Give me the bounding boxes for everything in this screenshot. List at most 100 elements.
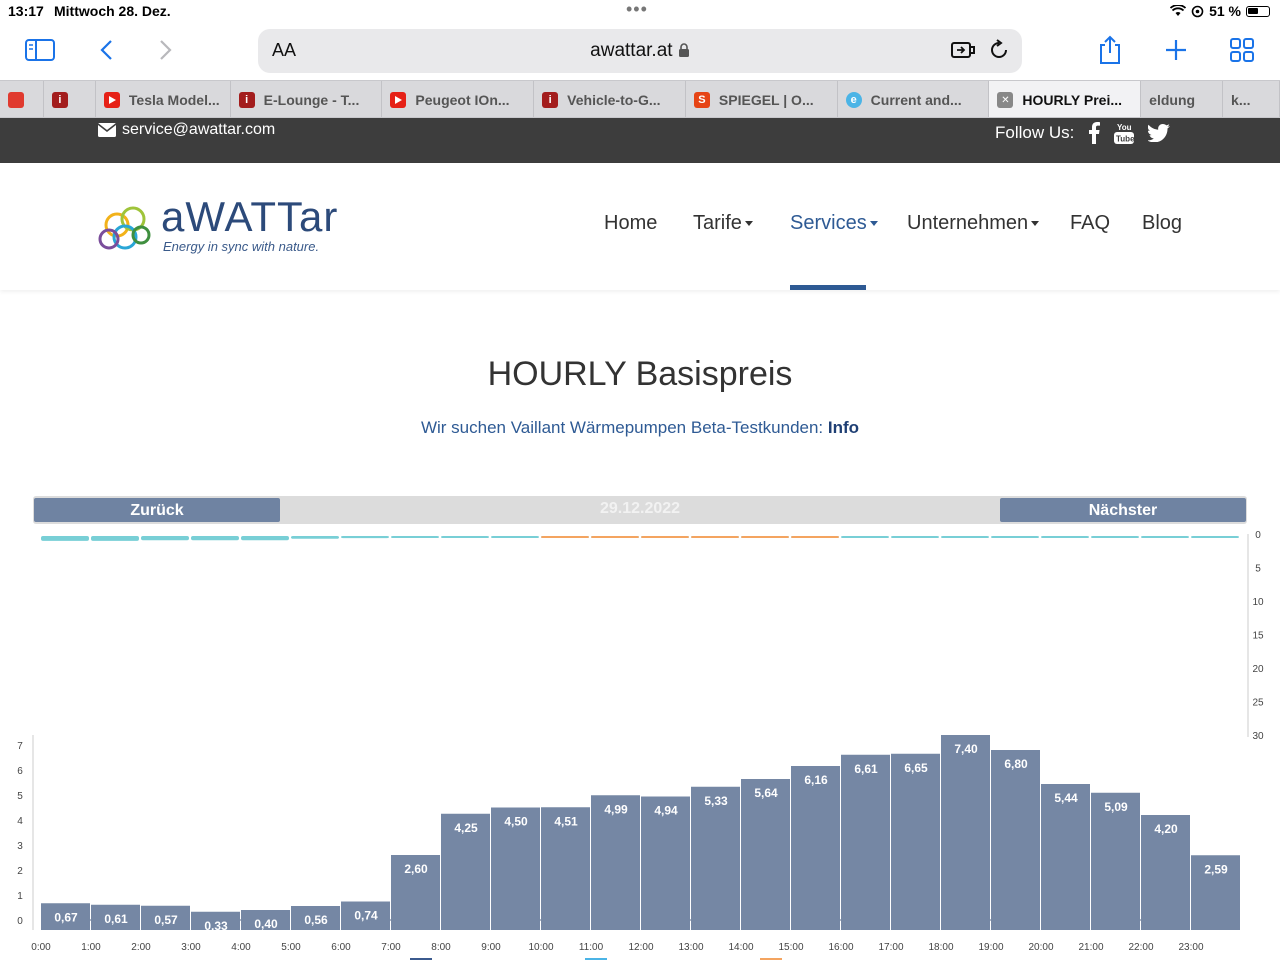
nav-item-home[interactable]: Home xyxy=(604,212,657,235)
nav-item-services[interactable]: Services xyxy=(790,212,878,235)
secondary-series-bar xyxy=(591,536,639,538)
y-tick-label: 3 xyxy=(17,841,23,852)
address-bar[interactable]: AA awattar.at xyxy=(258,29,1022,73)
multitasking-dots-icon[interactable]: ••• xyxy=(626,0,648,18)
secondary-series-bar xyxy=(991,536,1039,538)
secondary-series-bar xyxy=(641,536,689,538)
bar-value-label: 0,57 xyxy=(154,913,178,927)
x-tick-label: 13:00 xyxy=(678,942,703,953)
browser-tab[interactable]: i Vehicle-to-G... xyxy=(534,81,686,117)
browser-tab-label: Current and... xyxy=(870,92,962,108)
browser-tab[interactable]: ✕ HOURLY Prei... xyxy=(989,81,1142,117)
browser-tab[interactable]: S SPIEGEL | O... xyxy=(686,81,838,117)
red-square-icon xyxy=(8,92,24,108)
secondary-series-bar xyxy=(941,536,989,538)
info-icon: i xyxy=(238,92,255,108)
facebook-icon[interactable] xyxy=(1088,122,1101,144)
x-tick-label: 15:00 xyxy=(778,942,803,953)
bar-value-label: 6,80 xyxy=(1004,757,1028,771)
rings-logo-icon xyxy=(98,206,151,250)
new-tab-icon[interactable] xyxy=(1158,34,1194,66)
twitter-icon[interactable] xyxy=(1148,124,1171,142)
x-tick-label: 22:00 xyxy=(1128,942,1153,953)
tab-overview-icon[interactable] xyxy=(1224,34,1260,66)
bar-value-label: 4,94 xyxy=(654,804,678,818)
price-bar xyxy=(841,754,890,930)
tab-bar: i Tesla Model... i E-Lounge - T... Peugeot I… xyxy=(0,80,1280,118)
x-tick-label: 6:00 xyxy=(331,942,351,953)
caret-down-icon xyxy=(869,221,878,227)
browser-tab[interactable]: i E-Lounge - T... xyxy=(231,81,383,117)
location-lock-icon xyxy=(1191,5,1204,17)
extension-icon[interactable] xyxy=(950,39,976,66)
x-tick-label: 3:00 xyxy=(181,942,201,953)
previous-day-button[interactable]: Zurück xyxy=(34,498,280,522)
reload-icon[interactable] xyxy=(988,39,1010,66)
bar-value-label: 4,20 xyxy=(1154,822,1178,836)
youtube-icon[interactable]: You Tube xyxy=(1114,122,1135,144)
x-tick-label: 17:00 xyxy=(878,942,903,953)
bar-value-label: 4,25 xyxy=(454,821,478,835)
info-link[interactable]: Info xyxy=(828,418,859,437)
x-tick-label: 1:00 xyxy=(81,942,101,953)
secondary-series-bar xyxy=(91,536,139,541)
nav-item-label: Blog xyxy=(1142,212,1183,234)
next-day-button[interactable]: Nächster xyxy=(1000,498,1246,522)
x-tick-label: 11:00 xyxy=(579,942,604,953)
bar-value-label: 0,56 xyxy=(304,913,328,927)
secondary-series-bar xyxy=(241,536,289,541)
price-bar xyxy=(891,753,940,930)
secondary-tick-label: 15 xyxy=(1252,631,1264,642)
bar-value-label: 0,67 xyxy=(54,910,78,924)
y-tick-label: 5 xyxy=(17,791,23,802)
browser-tab[interactable]: Tesla Model... xyxy=(96,81,231,117)
x-tick-label: 7:00 xyxy=(381,942,401,953)
secondary-series-bar xyxy=(1191,536,1239,538)
site-navbar: aWATTar Energy in sync with nature. Home… xyxy=(0,163,1280,290)
status-bar: 13:17 Mittwoch 28. Dez. ••• 51 % xyxy=(0,0,1280,24)
back-icon[interactable] xyxy=(88,34,124,66)
x-tick-label: 23:00 xyxy=(1178,942,1203,953)
share-icon[interactable] xyxy=(1092,34,1128,66)
email-link[interactable]: service@awattar.com xyxy=(98,121,275,139)
nav-item-tarife[interactable]: Tarife xyxy=(693,212,753,235)
y-tick-label: 0 xyxy=(17,916,23,927)
browser-tab[interactable]: eldung xyxy=(1141,81,1224,117)
close-icon[interactable]: ✕ xyxy=(997,92,1014,108)
browser-tab-label: SPIEGEL | O... xyxy=(718,92,814,108)
browser-tab[interactable]: Peugeot IOn... xyxy=(382,81,535,117)
logo-wordmark: aWATTar xyxy=(161,193,339,240)
price-bar xyxy=(791,766,840,930)
hourly-price-chart: 0 1 2 3 4 5 6 7 0,67 0:00 0,61 1:00 0,57 2:00 0,333:00… xyxy=(17,530,1264,960)
spiegel-icon: S xyxy=(693,92,710,108)
browser-tab[interactable]: k... xyxy=(1223,81,1280,117)
nav-item-blog[interactable]: Blog xyxy=(1142,212,1182,235)
nav-item-label: FAQ xyxy=(1070,212,1111,234)
secondary-series-bar xyxy=(1041,536,1089,538)
x-tick-label: 4:00 xyxy=(231,942,251,953)
browser-tab[interactable]: e Current and... xyxy=(838,81,990,117)
secondary-tick-label: 10 xyxy=(1252,597,1264,608)
globe-icon: e xyxy=(845,92,862,108)
bar-value-label: 0,40 xyxy=(254,917,278,931)
awattar-logo[interactable]: aWATTar Energy in sync with nature. xyxy=(97,193,337,259)
url-text: awattar.at xyxy=(258,40,1022,62)
secondary-tick-label: 0 xyxy=(1255,530,1261,541)
price-bar xyxy=(1041,784,1090,930)
date-navigator: 29.12.2022 Zurück Nächster xyxy=(33,496,1247,524)
forward-icon[interactable] xyxy=(148,34,184,66)
youtube-icon xyxy=(390,92,407,108)
secondary-series-bar xyxy=(191,536,239,541)
x-tick-label: 18:00 xyxy=(928,942,953,953)
nav-item-label: Unternehmen xyxy=(907,212,1029,234)
bar-value-label: 5,44 xyxy=(1054,791,1078,805)
follow-label: Follow Us: xyxy=(995,123,1075,142)
nav-item-faq[interactable]: FAQ xyxy=(1070,212,1110,235)
secondary-series-bar xyxy=(741,536,789,538)
info-icon: i xyxy=(51,92,68,108)
browser-tab[interactable]: i xyxy=(44,81,96,117)
sidebar-toggle-icon[interactable] xyxy=(22,34,58,66)
x-tick-label: 19:00 xyxy=(978,942,1003,953)
browser-tab[interactable] xyxy=(0,81,44,117)
nav-item-unternehmen[interactable]: Unternehmen xyxy=(907,212,1040,235)
